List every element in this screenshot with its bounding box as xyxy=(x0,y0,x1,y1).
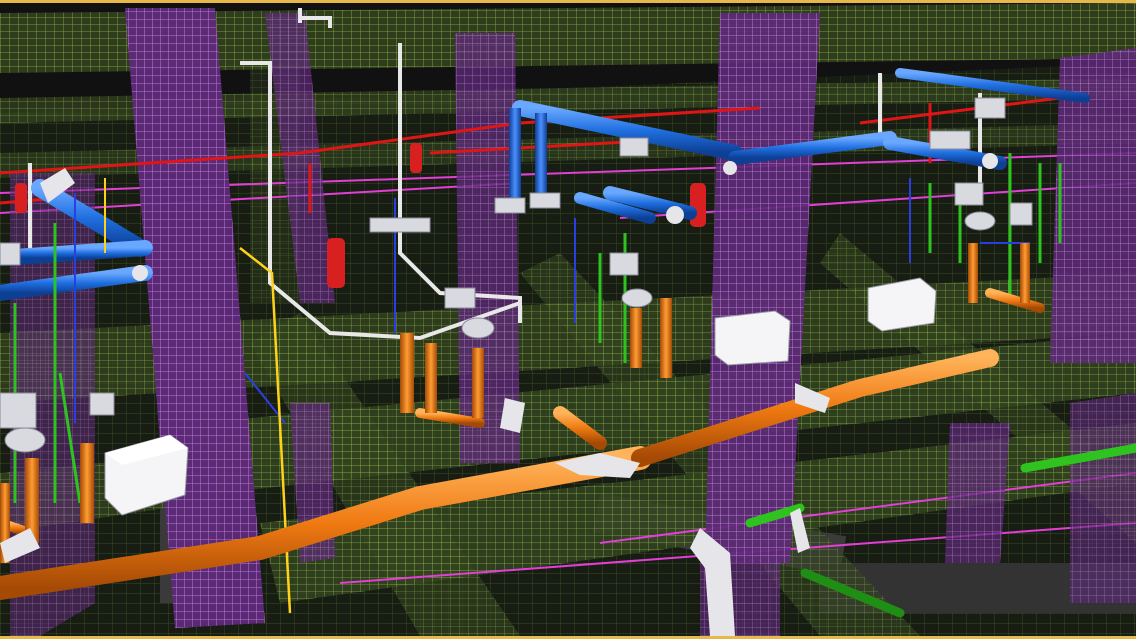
bim-3d-viewport[interactable] xyxy=(0,0,1136,639)
mep-rebar-model-render xyxy=(0,3,1136,636)
